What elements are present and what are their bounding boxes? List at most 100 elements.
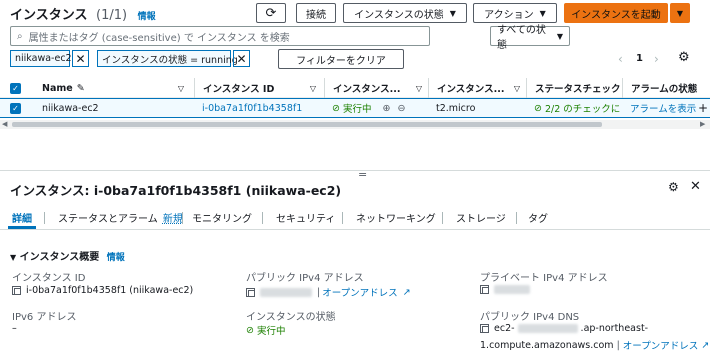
tabs-divider [0, 229, 710, 230]
detail-close-icon[interactable]: ✕ [690, 179, 701, 194]
row-instance-id-link[interactable]: i-0ba7a1f0f1b4358f1 [202, 99, 302, 117]
zoom-in-icon[interactable]: ⊕ [382, 103, 390, 114]
connect-button[interactable]: 接続 [296, 3, 336, 23]
state-text: 実行中 [256, 326, 286, 337]
instance-state-label: インスタンスの状態 [354, 9, 444, 21]
close-icon: ✕ [75, 51, 86, 66]
refresh-icon: ⟳ [265, 5, 277, 21]
tab-separator [44, 212, 45, 224]
column-instance-state[interactable]: インスタンス... ▽ [324, 78, 428, 98]
ipv6-label: IPv6 アドレス [12, 312, 77, 323]
sort-caret-icon: ▽ [309, 83, 316, 93]
info-link[interactable]: 情報 [138, 12, 156, 22]
sort-caret-icon: ▽ [415, 83, 422, 93]
check-icon: ✓ [10, 102, 21, 114]
tab-separator [182, 212, 183, 224]
horizontal-scrollbar[interactable]: ◀ ▶ [0, 120, 710, 129]
row-checkbox[interactable]: ✓ [10, 99, 21, 117]
tab-separator [262, 212, 263, 224]
tab-label: 詳細 [12, 214, 32, 225]
zoom-out-icon[interactable]: ⊖ [397, 103, 405, 114]
launch-instance-button[interactable]: インスタンスを起動 [564, 3, 668, 23]
clear-filters-label: フィルターをクリア [296, 55, 386, 67]
next-page-icon[interactable]: › [654, 52, 659, 66]
tab-label: タグ [528, 214, 548, 225]
header-checkbox[interactable]: ✓ [10, 78, 21, 98]
redacted-dns [517, 324, 578, 333]
instance-id-value: i-0ba7a1f0f1b4358f1 (niikawa-ec2) [12, 285, 193, 296]
section-info-link[interactable]: 情報 [107, 253, 125, 263]
launch-label: インスタンスを起動 [571, 9, 661, 21]
filter-chip-state: インスタンスの状態 = running [97, 50, 238, 67]
tab-label: ストレージ [456, 214, 506, 225]
column-status-check[interactable]: ステータスチェック [526, 78, 622, 98]
dns-prefix: ec2- [494, 323, 515, 334]
tab-monitoring[interactable]: モニタリング [192, 210, 252, 228]
section-header[interactable]: ▼ インスタンス概要 情報 [10, 248, 125, 263]
column-instance-id[interactable]: インスタンス ID ▽ [194, 78, 324, 98]
instance-id-label: インスタンス ID [12, 273, 86, 284]
external-link-icon[interactable]: ↗ [403, 287, 411, 298]
copy-icon[interactable] [12, 286, 21, 295]
tab-networking[interactable]: ネットワーキング [356, 210, 436, 228]
row-status-label: 2/2 のチェックに合 [544, 104, 620, 115]
settings-icon[interactable]: ⚙ [678, 50, 690, 65]
instance-id-text: i-0ba7a1f0f1b4358f1 (niikawa-ec2) [26, 285, 194, 296]
column-instance-type[interactable]: インスタンス... ▽ [428, 78, 526, 98]
sort-caret-icon: ▽ [177, 83, 184, 93]
open-address-link[interactable]: オープンアドレス [322, 285, 397, 299]
remove-filter-button[interactable]: ✕ [233, 50, 250, 67]
search-input[interactable]: ⌕ 属性またはタグ (case-sensitive) で インスタンス を検索 [10, 26, 430, 46]
resize-handle-icon[interactable]: = [358, 168, 367, 181]
tab-label: ネットワーキング [356, 214, 436, 225]
action-button[interactable]: アクション ▼ [473, 3, 557, 23]
instance-state-button[interactable]: インスタンスの状態 ▼ [343, 3, 467, 23]
scroll-left-icon[interactable]: ◀ [2, 120, 7, 128]
page-title: インスタンス (1/1) 情報 [10, 4, 156, 23]
view-alarms-link[interactable]: アラームを表示 [630, 99, 700, 117]
copy-icon[interactable] [246, 287, 255, 297]
split-divider [0, 170, 710, 171]
column-alarm-state[interactable]: アラームの状態 [622, 78, 710, 98]
public-ip-label: パブリック IPv4 アドレス [246, 273, 364, 284]
dns-suffix: .ap-northeast- [580, 323, 649, 334]
private-ip-label: プライベート IPv4 アドレス [480, 273, 608, 284]
detail-settings-icon[interactable]: ⚙ [668, 180, 679, 194]
instance-count: (1/1) [96, 8, 128, 23]
close-icon: ✕ [236, 51, 247, 66]
connect-label: 接続 [306, 9, 326, 21]
prev-page-icon[interactable]: ‹ [618, 52, 623, 66]
row-state-label: 実行中 [342, 104, 372, 115]
copy-icon[interactable] [480, 324, 489, 333]
public-ip-value: | オープンアドレス ↗ [246, 285, 411, 299]
column-name[interactable]: Name ✎ ▽ [34, 78, 194, 98]
tab-label: セキュリティ [276, 214, 336, 225]
state-filter-select[interactable]: すべての状態 ▼ [490, 25, 570, 51]
clear-filters-button[interactable]: フィルターをクリア [278, 49, 404, 69]
page-number[interactable]: 1 [636, 53, 643, 64]
tab-storage[interactable]: ストレージ [456, 210, 506, 228]
add-icon[interactable]: + [698, 99, 708, 117]
check-circle-icon: ⊘ [534, 102, 542, 114]
remove-filter-button[interactable]: ✕ [72, 50, 89, 67]
external-link-icon[interactable]: ↗ [701, 340, 709, 351]
column-label: インスタンス... [437, 84, 505, 95]
copy-icon[interactable] [480, 285, 489, 294]
launch-dropdown-button[interactable]: ▼ [670, 3, 690, 23]
tab-security[interactable]: セキュリティ [276, 210, 335, 228]
table-row[interactable]: ✓ niikawa-ec2 i-0ba7a1f0f1b4358f1 ⊘ 実行中 … [0, 98, 710, 118]
open-address-link[interactable]: オープンアドレス [623, 338, 698, 352]
check-circle-icon: ⊘ [332, 102, 340, 114]
caret-down-icon: ▼ [676, 8, 684, 18]
action-label: アクション [484, 9, 534, 21]
refresh-button[interactable]: ⟳ [256, 3, 286, 23]
new-badge: 新規 [162, 214, 183, 225]
tab-status-alarms[interactable]: ステータスとアラーム 新規 [58, 210, 183, 228]
filter-chip-label: インスタンスの状態 = running [102, 54, 238, 66]
search-placeholder: 属性またはタグ (case-sensitive) で インスタンス を検索 [28, 32, 290, 44]
ipv6-value: – [12, 323, 17, 334]
scrollbar-thumb[interactable] [12, 122, 602, 127]
column-label: Name [42, 82, 73, 94]
scroll-right-icon[interactable]: ▶ [700, 120, 705, 128]
tab-tags[interactable]: タグ [528, 210, 548, 228]
